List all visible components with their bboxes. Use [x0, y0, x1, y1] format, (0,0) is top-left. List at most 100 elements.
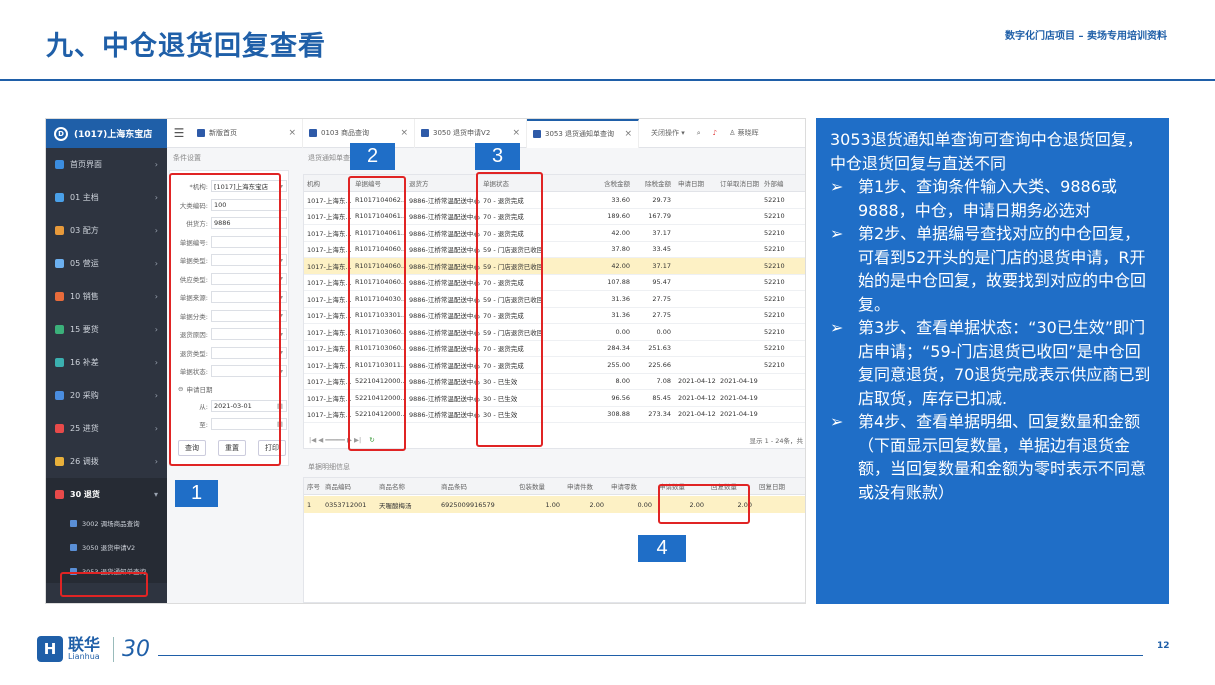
arrow-icon: ➢ — [830, 412, 844, 431]
sidebar-sub-item[interactable]: 3050 退货申请V2 — [46, 535, 167, 559]
logo-30: 30 — [113, 636, 150, 662]
detail-column-header[interactable]: 申请件数 — [564, 481, 608, 491]
highlight-doc-no — [348, 176, 406, 451]
sidebar-item[interactable]: 30 退货 ▾ — [46, 478, 167, 511]
sidebar-sub-label: 3002 调场商品查询 — [82, 520, 140, 528]
detail-column-header[interactable]: 商品条码 — [438, 481, 516, 491]
table-cell: 31.36 — [611, 311, 630, 320]
detail-column-header[interactable]: 商品名称 — [376, 481, 438, 491]
detail-column-header[interactable]: 回复日期 — [756, 481, 802, 491]
panel-intro: 3053退货通知单查询可查询中仓退货回复，中仓退货回复与直送不同 — [830, 130, 1143, 173]
column-header[interactable]: 退货方 — [406, 178, 480, 188]
user-menu[interactable]: ♙ 蔡晓晖 — [729, 128, 759, 138]
close-icon[interactable]: × — [512, 128, 520, 138]
sidebar-item[interactable]: 10 销售 › — [46, 280, 167, 313]
highlight-menu-3053 — [60, 572, 148, 597]
detail-cell: 0.00 — [637, 500, 652, 509]
close-icon[interactable]: × — [400, 128, 408, 138]
sidebar-item-label: 10 销售 — [70, 292, 99, 301]
tab-label: 3050 退货申请V2 — [433, 129, 491, 137]
bullet-text: 第4步、查看单据明细、回复数量和金额（下面显示回复数量，单据边有退货金额，当回复… — [858, 412, 1147, 502]
table-cell: 2021-04-12 — [678, 377, 716, 386]
marker-1: 1 — [175, 480, 218, 507]
table-cell: 189.60 — [607, 212, 630, 221]
module-icon — [55, 193, 64, 202]
sidebar-item-label: 26 调拨 — [70, 457, 99, 466]
table-cell: 9886-江桥常温配送中心... — [409, 394, 480, 403]
sidebar-item-label: 15 要货 — [70, 325, 99, 334]
column-header[interactable]: 订单取消日期 — [717, 178, 761, 188]
search-icon[interactable]: ⌕ — [697, 129, 701, 138]
logo-cn: 联华 — [68, 635, 101, 654]
chevron-icon: › — [154, 193, 158, 202]
table-cell: 1017-上海东... — [307, 213, 352, 222]
detail-cell: 天喔酸梅汤 — [379, 501, 412, 510]
column-header[interactable]: 申请日期 — [675, 178, 717, 188]
column-header[interactable]: 含税金额 — [592, 178, 634, 188]
bullet-text: 第1步、查询条件输入大类、9886或9888，中仓，申请日期务必选对 — [858, 177, 1117, 220]
table-cell: 9886-江桥常温配送中心... — [409, 378, 480, 387]
column-header[interactable]: 外部编 — [761, 178, 805, 188]
table-cell: 52210 — [764, 195, 785, 204]
panel-bullet: ➢ 第1步、查询条件输入大类、9886或9888，中仓，申请日期务必选对 — [830, 175, 1155, 222]
table-cell: 2021-04-12 — [678, 393, 716, 402]
header-rule — [0, 79, 1215, 81]
sidebar-item[interactable]: 01 主档 › — [46, 181, 167, 214]
close-icon[interactable]: × — [624, 129, 632, 139]
table-cell: 9886-江桥常温配送中心... — [409, 295, 480, 304]
table-cell: 85.45 — [652, 393, 671, 402]
module-icon — [55, 325, 64, 334]
sidebar-item[interactable]: 03 配方 › — [46, 214, 167, 247]
column-header[interactable]: 除税金额 — [634, 178, 675, 188]
sidebar-item[interactable]: 15 要货 › — [46, 313, 167, 346]
menu-icon[interactable]: ☰ — [167, 126, 191, 140]
detail-cell: 2.00 — [589, 500, 604, 509]
detail-column-header[interactable]: 序号 — [304, 481, 322, 491]
sidebar-item[interactable]: 20 采购 › — [46, 379, 167, 412]
tab-label: 0103 商品查询 — [321, 129, 370, 137]
arrow-icon: ➢ — [830, 318, 844, 337]
bullet-text: 第3步、查看单据状态：“30已生效”即门店申请；“59-门店退货已收回”是中仓回… — [858, 318, 1151, 408]
table-cell: 37.80 — [611, 245, 630, 254]
table-cell: 1017-上海东... — [307, 411, 352, 420]
sidebar-item[interactable]: 首页界面 › — [46, 148, 167, 181]
sidebar-item-label: 首页界面 — [70, 160, 102, 169]
pager-summary: 显示 1 - 24条，共 — [749, 437, 803, 445]
tab[interactable]: 3053 退货通知单查询 × — [527, 119, 639, 148]
table-cell: 52210 — [764, 212, 785, 221]
tab[interactable]: 新版首页 × — [191, 119, 303, 148]
sidebar-sub-item[interactable]: 3002 调场商品查询 — [46, 511, 167, 535]
sidebar-item[interactable]: 26 调拨 › — [46, 445, 167, 478]
close-ops-menu[interactable]: 关闭操作 ▾ — [651, 128, 685, 138]
module-icon — [55, 160, 64, 169]
table-cell: 251.63 — [648, 344, 671, 353]
bell-icon[interactable]: ♪ — [713, 129, 717, 137]
table-cell: 37.17 — [652, 261, 671, 270]
store-header[interactable]: D (1017)上海东宝店 — [46, 119, 167, 148]
table-cell: 1017-上海东... — [307, 312, 352, 321]
table-cell: 1017-上海东... — [307, 196, 352, 205]
table-cell: 2021-04-19 — [720, 410, 758, 419]
table-cell: 9886-江桥常温配送中心... — [409, 312, 480, 321]
table-cell: 33.45 — [652, 245, 671, 254]
detail-column-header[interactable]: 商品编码 — [322, 481, 376, 491]
table-cell: 9886-江桥常温配送中心... — [409, 213, 480, 222]
detail-title: 单据明细信息 — [308, 463, 350, 471]
marker-3: 3 — [475, 143, 520, 170]
module-icon — [55, 391, 64, 400]
sidebar-item[interactable]: 05 营运 › — [46, 247, 167, 280]
detail-column-header[interactable]: 包装数量 — [516, 481, 564, 491]
chevron-icon: › — [154, 325, 158, 334]
table-cell: 9886-江桥常温配送中心... — [409, 411, 480, 420]
module-icon — [55, 424, 64, 433]
close-icon[interactable]: × — [288, 128, 296, 138]
table-cell: 0.00 — [615, 327, 630, 336]
sidebar-item[interactable]: 16 补差 › — [46, 346, 167, 379]
footer-rule — [158, 655, 1143, 656]
page-number: 12 — [1157, 641, 1170, 651]
detail-column-header[interactable]: 申请零数 — [608, 481, 656, 491]
panel-bullets: ➢ 第1步、查询条件输入大类、9886或9888，中仓，申请日期务必选对 ➢ 第2步、… — [830, 175, 1155, 504]
doc-icon — [70, 543, 77, 551]
column-header[interactable]: 机构 — [304, 178, 352, 188]
sidebar-item[interactable]: 25 进货 › — [46, 412, 167, 445]
